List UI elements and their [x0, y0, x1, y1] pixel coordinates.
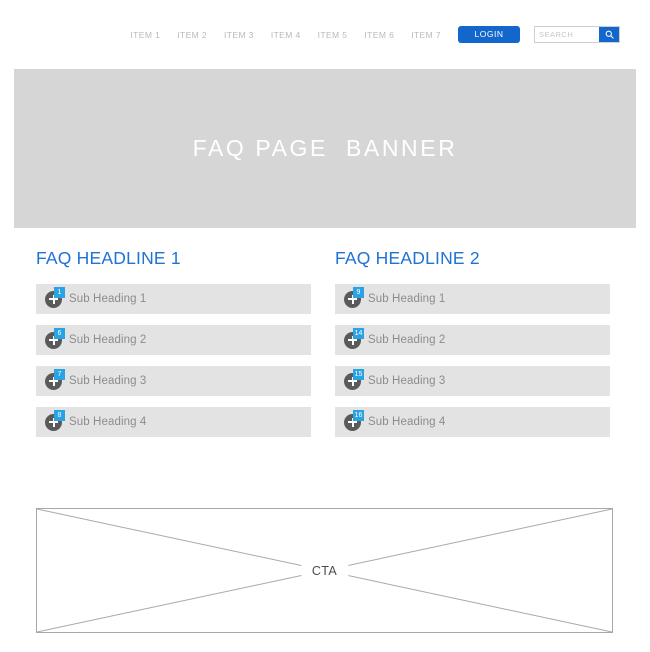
main-navigation: ITEM 1 ITEM 2 ITEM 3 ITEM 4 ITEM 5 ITEM … [130, 30, 441, 40]
faq-row[interactable]: 7 Sub Heading 3 [36, 366, 311, 396]
nav-item-3[interactable]: ITEM 3 [224, 30, 254, 40]
faq-row-label: Sub Heading 4 [368, 416, 446, 428]
faq-section: FAQ HEADLINE 1 1 Sub Heading 1 6 Sub Hea… [0, 248, 650, 448]
faq-row[interactable]: 16 Sub Heading 4 [335, 407, 610, 437]
faq-heading-2: FAQ HEADLINE 2 [335, 248, 480, 268]
faq-row[interactable]: 1 Sub Heading 1 [36, 284, 311, 314]
plus-circle-icon[interactable]: 8 [45, 409, 65, 431]
faq-row-label: Sub Heading 2 [368, 334, 446, 346]
plus-circle-icon[interactable]: 1 [45, 286, 65, 308]
nav-item-2[interactable]: ITEM 2 [177, 30, 207, 40]
faq-row[interactable]: 6 Sub Heading 2 [36, 325, 311, 355]
plus-circle-icon[interactable]: 16 [344, 409, 364, 431]
status-badge: 1 [54, 286, 65, 298]
nav-item-1[interactable]: ITEM 1 [130, 30, 160, 40]
faq-row-label: Sub Heading 3 [368, 375, 446, 387]
status-badge: 6 [54, 327, 65, 339]
faq-row[interactable]: 9 Sub Heading 1 [335, 284, 610, 314]
login-button[interactable]: LOGIN [458, 26, 520, 43]
status-badge: 14 [353, 327, 364, 339]
plus-circle-icon[interactable]: 9 [344, 286, 364, 308]
faq-row-label: Sub Heading 1 [368, 293, 446, 305]
faq-column-2: FAQ HEADLINE 2 9 Sub Heading 1 14 Sub He… [335, 248, 610, 448]
status-badge: 9 [353, 286, 364, 298]
plus-circle-icon[interactable]: 7 [45, 368, 65, 390]
faq-row[interactable]: 14 Sub Heading 2 [335, 325, 610, 355]
faq-row-label: Sub Heading 1 [69, 293, 147, 305]
search-button[interactable] [599, 27, 619, 42]
cta-label: CTA [300, 560, 349, 581]
search-box [534, 26, 620, 43]
status-badge: 16 [353, 409, 364, 421]
status-badge: 15 [353, 368, 364, 380]
cta-placeholder[interactable]: CTA [36, 508, 613, 633]
plus-circle-icon[interactable]: 14 [344, 327, 364, 349]
faq-row-label: Sub Heading 2 [69, 334, 147, 346]
faq-row[interactable]: 8 Sub Heading 4 [36, 407, 311, 437]
site-header: ITEM 1 ITEM 2 ITEM 3 ITEM 4 ITEM 5 ITEM … [0, 0, 650, 69]
nav-item-6[interactable]: ITEM 6 [364, 30, 394, 40]
search-icon [605, 30, 614, 39]
faq-column-1: FAQ HEADLINE 1 1 Sub Heading 1 6 Sub Hea… [36, 248, 311, 448]
search-input[interactable] [535, 27, 599, 42]
faq-row-label: Sub Heading 3 [69, 375, 147, 387]
plus-circle-icon[interactable]: 6 [45, 327, 65, 349]
status-badge: 8 [54, 409, 65, 421]
nav-item-4[interactable]: ITEM 4 [271, 30, 301, 40]
nav-item-5[interactable]: ITEM 5 [318, 30, 348, 40]
banner-title: FAQ PAGE BANNER [192, 135, 458, 161]
faq-row[interactable]: 15 Sub Heading 3 [335, 366, 610, 396]
status-badge: 7 [54, 368, 65, 380]
faq-heading-1: FAQ HEADLINE 1 [36, 248, 181, 268]
plus-circle-icon[interactable]: 15 [344, 368, 364, 390]
page-banner: FAQ PAGE BANNER [14, 69, 636, 228]
nav-item-7[interactable]: ITEM 7 [411, 30, 441, 40]
faq-row-label: Sub Heading 4 [69, 416, 147, 428]
